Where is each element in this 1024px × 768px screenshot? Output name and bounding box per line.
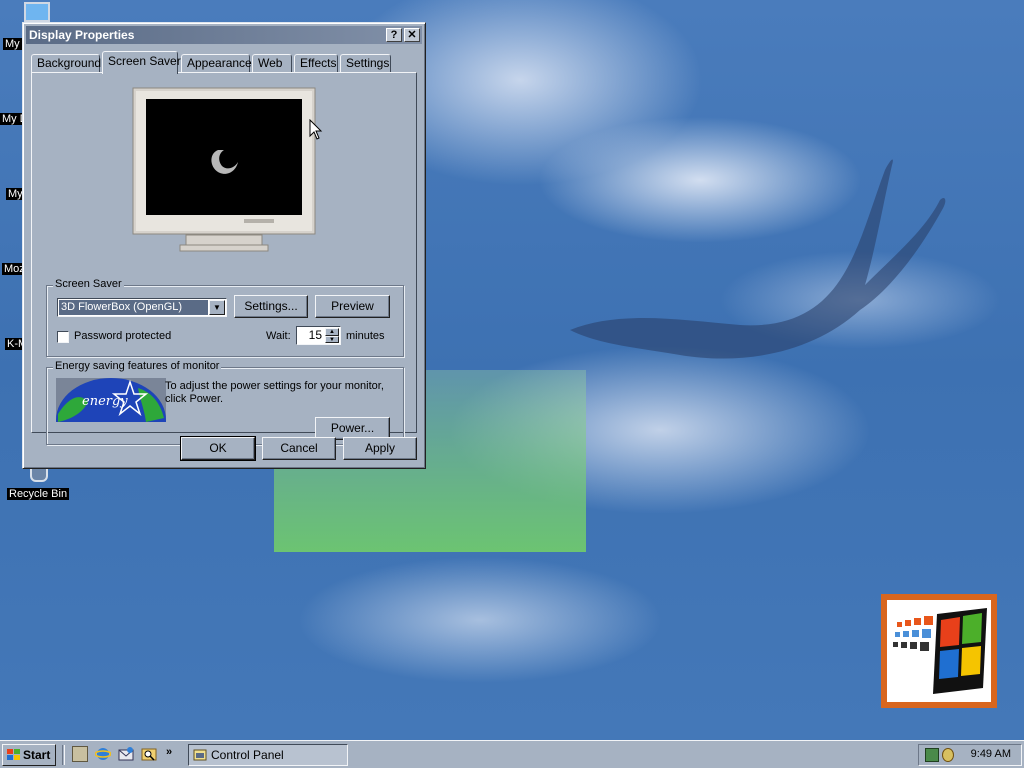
password-label: Password protected	[74, 330, 172, 342]
wait-stepper[interactable]: 15 ▲ ▼	[296, 326, 341, 345]
start-button[interactable]: Start	[2, 744, 56, 766]
monitor-icon	[24, 2, 50, 22]
chevron-down-icon[interactable]: ▼	[209, 300, 225, 315]
windows-flag-icon	[893, 608, 987, 694]
ok-button[interactable]: OK	[180, 436, 256, 461]
screen-saver-group: Screen Saver 3D FlowerBox (OpenGL) ▼ Set…	[46, 278, 404, 357]
tab-appearance[interactable]: Appearance	[181, 54, 252, 73]
close-button[interactable]: ✕	[404, 28, 420, 42]
taskbar-button-label: Control Panel	[211, 748, 284, 762]
start-label: Start	[23, 748, 51, 762]
screen-saver-select[interactable]: 3D FlowerBox (OpenGL) ▼	[57, 298, 227, 317]
desktop-icon-label: My	[6, 188, 23, 200]
wallpaper-flying-figure	[570, 159, 946, 359]
help-button[interactable]: ?	[386, 28, 402, 42]
energy-group: Energy saving features of monitor energy…	[46, 360, 404, 445]
network-icon[interactable]	[925, 748, 939, 762]
screen-saver-legend: Screen Saver	[53, 278, 124, 290]
taskbar-button-control-panel[interactable]: Control Panel	[188, 744, 348, 766]
desktop-icon-label: My	[3, 38, 23, 50]
search-icon[interactable]	[141, 746, 157, 762]
clock[interactable]: 9:49 AM	[971, 748, 1011, 760]
energy-logo-text: energy	[82, 394, 128, 409]
show-desktop-icon[interactable]	[72, 746, 88, 762]
chevron-up-icon[interactable]: ▲	[325, 328, 339, 336]
wait-value: 15	[308, 328, 322, 342]
volume-icon[interactable]	[942, 748, 954, 762]
internet-explorer-icon[interactable]	[94, 746, 112, 762]
tab-background[interactable]: Background	[31, 54, 101, 73]
desktop-icon-label: K-M	[5, 338, 23, 350]
desktop-icon-label: My D	[0, 113, 22, 125]
desktop-icon-label: Recycle Bin	[7, 488, 70, 500]
mouse-cursor-icon	[309, 119, 323, 140]
outlook-express-icon[interactable]	[118, 746, 134, 762]
settings-button[interactable]: Settings...	[234, 295, 308, 318]
display-properties-window: Display Properties ? ✕ Background Screen…	[22, 22, 426, 469]
apply-button[interactable]: Apply	[343, 437, 417, 460]
title-bar[interactable]: Display Properties ? ✕	[26, 26, 422, 44]
system-tray: 9:49 AM	[918, 744, 1022, 766]
tab-screen-saver[interactable]: Screen Saver	[102, 51, 181, 74]
minutes-label: minutes	[346, 330, 385, 342]
windows-logo	[881, 594, 997, 708]
energy-legend: Energy saving features of monitor	[53, 360, 222, 372]
chevron-down-icon[interactable]: ▼	[325, 335, 339, 343]
tab-settings[interactable]: Settings	[340, 54, 391, 73]
password-checkbox[interactable]	[57, 331, 69, 343]
more-chevron-icon[interactable]: »	[166, 746, 172, 758]
stepper-arrows[interactable]: ▲ ▼	[325, 328, 339, 343]
screen-saver-panel: Screen Saver 3D FlowerBox (OpenGL) ▼ Set…	[31, 72, 417, 445]
taskbar: Start » Control Panel 9:49 AM	[0, 740, 1024, 768]
windows-flag-icon	[7, 749, 20, 760]
window-title: Display Properties	[29, 28, 135, 42]
tab-web[interactable]: Web	[252, 54, 292, 73]
energy-description: To adjust the power settings for your mo…	[165, 380, 384, 405]
desktop-icon-label: Moz	[2, 263, 23, 275]
tab-effects[interactable]: Effects	[294, 54, 338, 73]
cancel-button[interactable]: Cancel	[262, 437, 336, 460]
preview-button[interactable]: Preview	[315, 295, 390, 318]
energy-star-logo: energy	[56, 378, 166, 422]
monitor-preview	[132, 87, 316, 252]
taskbar-separator	[62, 745, 65, 765]
wait-label: Wait:	[266, 330, 291, 342]
control-panel-icon	[193, 749, 207, 761]
screen-saver-selected: 3D FlowerBox (OpenGL)	[59, 300, 208, 315]
